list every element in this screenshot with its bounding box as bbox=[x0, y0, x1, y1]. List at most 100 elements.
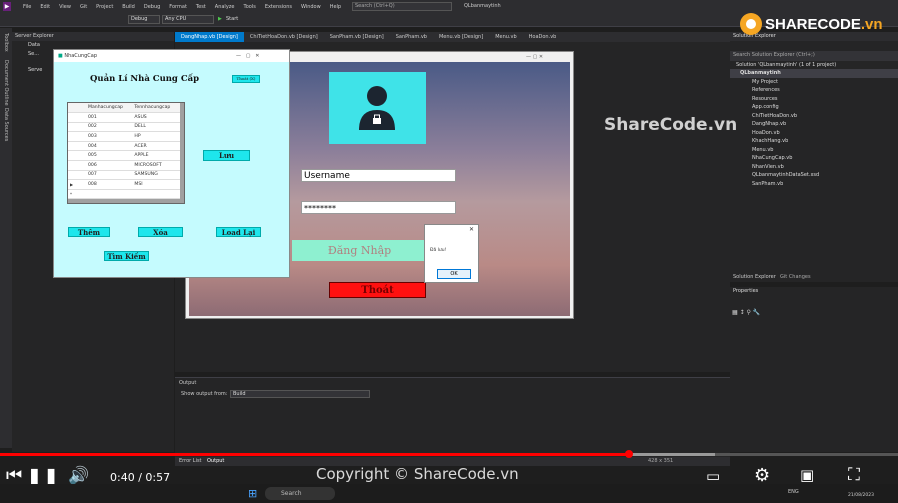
table-row[interactable]: 001 ASUS bbox=[68, 112, 180, 123]
menu-item-git[interactable]: Git bbox=[80, 4, 87, 10]
username-field[interactable]: Username bbox=[301, 169, 456, 182]
table-row[interactable]: 002 DELL bbox=[68, 122, 180, 133]
solution-tree-item[interactable]: SanPham.vb bbox=[730, 180, 898, 189]
menu-item-view[interactable]: View bbox=[59, 4, 71, 10]
exit-button[interactable]: Thoát bbox=[329, 282, 426, 298]
window-controls[interactable]: — ▢ ✕ bbox=[236, 50, 259, 62]
solution-tree-item[interactable]: App.config bbox=[730, 103, 898, 112]
menu-item-help[interactable]: Help bbox=[330, 4, 341, 10]
left-tool-strip: Toolbox Document Outline Data Sources bbox=[0, 28, 12, 448]
solution-tree-item[interactable]: KhachHang.vb bbox=[730, 137, 898, 146]
solution-name: QLbanmaytinh bbox=[464, 3, 501, 9]
solution-tree: Solution 'QLbanmaytinh' (1 of 1 project)… bbox=[730, 61, 898, 189]
search-button[interactable]: Tìm Kiếm bbox=[104, 251, 149, 261]
tab-git-changes[interactable]: Git Changes bbox=[780, 274, 811, 280]
table-row[interactable]: ▶ 008 MSI bbox=[68, 179, 180, 190]
solution-tree-item[interactable]: NhaCungCap.vb bbox=[730, 154, 898, 163]
page-title: Quản Lí Nhà Cung Cấp bbox=[90, 74, 200, 84]
solution-tree-item[interactable]: QLbanmaytinh bbox=[730, 69, 898, 78]
menu-item-edit[interactable]: Edit bbox=[40, 4, 50, 10]
menu-item-analyze[interactable]: Analyze bbox=[215, 4, 235, 10]
solution-tree-item[interactable]: Solution 'QLbanmaytinh' (1 of 1 project) bbox=[730, 61, 898, 70]
close-form-button[interactable]: Thoát (X) bbox=[232, 75, 260, 83]
designer-size: 428 x 351 bbox=[648, 458, 674, 464]
close-icon[interactable]: ✕ bbox=[469, 226, 474, 233]
solution-tree-item[interactable]: Menu.vb bbox=[730, 146, 898, 155]
menu-item-extensions[interactable]: Extensions bbox=[265, 4, 292, 10]
taskbar-search[interactable]: Search bbox=[265, 487, 335, 500]
solution-tree-item[interactable]: DangNhap.vb bbox=[730, 120, 898, 129]
solution-tree-item[interactable]: HoaDon.vb bbox=[730, 129, 898, 138]
reload-button[interactable]: Load Lại bbox=[216, 227, 261, 237]
login-button[interactable]: Đăng Nhập bbox=[292, 240, 427, 261]
platform-select[interactable]: Any CPU bbox=[162, 15, 214, 24]
menu-item-file[interactable]: File bbox=[23, 4, 31, 10]
doc-tab[interactable]: SanPham.vb bbox=[390, 32, 433, 42]
taskbar-date: 21/08/2023 bbox=[848, 493, 874, 498]
skip-back-icon[interactable]: ⏮ bbox=[6, 465, 22, 486]
menu-item-window[interactable]: Window bbox=[301, 4, 321, 10]
doc-tab[interactable]: HoaDon.vb bbox=[523, 32, 563, 42]
start-button[interactable]: Start bbox=[226, 16, 238, 22]
volume-icon[interactable]: 🔊 bbox=[68, 466, 89, 486]
table-row[interactable]: 005 APPLE bbox=[68, 150, 180, 162]
table-row[interactable]: 003 HP bbox=[68, 131, 180, 142]
document-outline-tab[interactable]: Document Outline bbox=[3, 60, 9, 106]
doc-tab[interactable]: SanPham.vb [Design] bbox=[324, 32, 390, 42]
window-controls[interactable]: — ▢ ✕ bbox=[526, 54, 571, 61]
miniplayer-icon[interactable]: ▣ bbox=[800, 466, 814, 484]
menu-item-test[interactable]: Test bbox=[196, 4, 206, 10]
solution-tree-item[interactable]: QLbanmaytinhDataSet.xsd bbox=[730, 171, 898, 180]
video-time: 0:40 / 0:57 bbox=[110, 471, 171, 484]
windows-start-icon[interactable]: ⊞ bbox=[248, 487, 257, 500]
table-row[interactable]: 007 SAMSUNG bbox=[68, 170, 180, 181]
properties-toolbar-icons[interactable]: ▦ ↕ ⚲ 🔧 bbox=[732, 309, 760, 316]
supplier-grid[interactable]: Manhacungcap Tennhacungcap 001 ASUS 002 DEL… bbox=[67, 102, 185, 204]
solution-tree-item[interactable]: References bbox=[730, 86, 898, 95]
window-title: NhaCungCap bbox=[64, 53, 98, 59]
app-icon: ■ bbox=[58, 53, 63, 59]
menu-item-format[interactable]: Format bbox=[169, 4, 187, 10]
password-field[interactable]: ******** bbox=[301, 201, 456, 214]
delete-button[interactable]: Xóa bbox=[138, 227, 183, 237]
video-scrubber[interactable] bbox=[624, 450, 633, 458]
tab-solution-explorer[interactable]: Solution Explorer bbox=[733, 274, 776, 280]
settings-gear-icon[interactable]: ⚙ bbox=[754, 465, 770, 486]
search-input[interactable]: Search (Ctrl+Q) bbox=[352, 2, 452, 11]
solution-tree-item[interactable]: NhanVien.vb bbox=[730, 163, 898, 172]
doc-tab[interactable]: Menu.vb [Design] bbox=[433, 32, 489, 42]
add-button[interactable]: Thêm bbox=[68, 227, 110, 237]
doc-tab[interactable]: Menu.vb bbox=[489, 32, 522, 42]
table-row[interactable]: * bbox=[68, 189, 180, 200]
solution-tree-item[interactable]: ChiTietHoaDon.vb bbox=[730, 112, 898, 121]
message-text: Đã lưu! bbox=[430, 248, 447, 253]
column-header[interactable]: Manhacungcap bbox=[86, 103, 133, 114]
fullscreen-icon[interactable]: ⛶ bbox=[848, 465, 860, 485]
menu-item-build[interactable]: Build bbox=[122, 4, 135, 10]
menu-item-debug[interactable]: Debug bbox=[144, 4, 160, 10]
video-progress-fill bbox=[0, 453, 629, 456]
menu-item-tools[interactable]: Tools bbox=[243, 4, 255, 10]
nha-cung-cap-window: ■ NhaCungCap — ▢ ✕ Quản Lí Nhà Cung Cấp … bbox=[53, 49, 290, 278]
doc-tab[interactable]: ChiTietHoaDon.vb [Design] bbox=[244, 32, 324, 42]
toolbox-tab[interactable]: Toolbox bbox=[3, 33, 9, 52]
ok-button[interactable]: OK bbox=[437, 269, 471, 279]
table-row[interactable]: 006 MICROSOFT bbox=[68, 160, 180, 171]
start-icon[interactable]: ▶ bbox=[218, 16, 222, 22]
solution-explorer-panel: Solution Explorer Search Solution Explor… bbox=[730, 32, 898, 282]
config-select[interactable]: Debug bbox=[128, 15, 160, 24]
column-header[interactable]: Tennhacungcap bbox=[132, 103, 180, 114]
menu-item-project[interactable]: Project bbox=[96, 4, 113, 10]
tab-output[interactable]: Output bbox=[207, 458, 224, 464]
save-button[interactable]: Lưu bbox=[203, 150, 250, 161]
subtitles-icon[interactable]: ▭ bbox=[706, 467, 720, 485]
user-avatar-icon bbox=[329, 72, 426, 144]
solution-tree-item[interactable]: Resources bbox=[730, 95, 898, 104]
tab-error-list[interactable]: Error List bbox=[179, 458, 202, 464]
output-source-select[interactable]: Build bbox=[230, 390, 370, 398]
doc-tab[interactable]: DangNhap.vb [Design] bbox=[175, 32, 244, 42]
data-sources-tab[interactable]: Data Sources bbox=[3, 108, 9, 141]
table-row[interactable]: 004 ACER bbox=[68, 141, 180, 152]
solution-tree-item[interactable]: My Project bbox=[730, 78, 898, 87]
solution-search-input[interactable]: Search Solution Explorer (Ctrl+;) bbox=[730, 50, 898, 61]
